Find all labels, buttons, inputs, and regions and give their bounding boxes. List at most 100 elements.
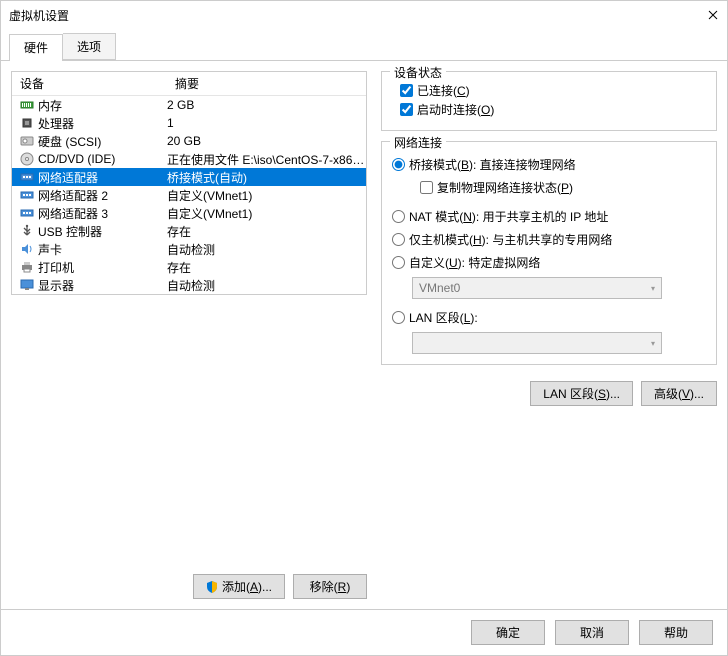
lan-segments-button[interactable]: LAN 区段(S)... [530, 381, 633, 406]
device-state-legend: 设备状态 [390, 64, 446, 81]
device-name: 显示器 [36, 277, 167, 294]
connect-poweron-label: 启动时连接(O) [417, 101, 494, 118]
replicate-label: 复制物理网络连接状态(P) [437, 179, 573, 196]
device-name: 网络适配器 [36, 169, 167, 186]
usb-icon [18, 223, 36, 239]
lan-segment-radio[interactable] [392, 311, 405, 324]
device-name: USB 控制器 [36, 223, 167, 240]
network-extra-buttons: LAN 区段(S)... 高级(V)... [381, 381, 717, 406]
net-icon [18, 169, 36, 185]
window-title: 虚拟机设置 [9, 7, 69, 24]
device-row[interactable]: USB 控制器存在 [12, 222, 366, 240]
nat-radio-row[interactable]: NAT 模式(N): 用于共享主机的 IP 地址 [392, 208, 706, 225]
cpu-icon [18, 115, 36, 131]
network-connection-legend: 网络连接 [390, 134, 446, 151]
memory-icon [18, 97, 36, 113]
advanced-button[interactable]: 高级(V)... [641, 381, 717, 406]
device-summary: 2 GB [167, 98, 366, 112]
device-row[interactable]: 网络适配器桥接模式(自动) [12, 168, 366, 186]
add-button[interactable]: 添加(A)... [193, 574, 285, 599]
device-summary: 1 [167, 116, 366, 130]
replicate-checkbox[interactable] [420, 181, 433, 194]
custom-dropdown-wrap: VMnet0 ▾ [412, 277, 706, 299]
tab-hardware[interactable]: 硬件 [9, 34, 63, 61]
device-name: 硬盘 (SCSI) [36, 133, 167, 150]
hostonly-radio[interactable] [392, 233, 405, 246]
connect-poweron-checkbox-row[interactable]: 启动时连接(O) [392, 101, 706, 118]
add-button-label: 添加(A)... [222, 578, 272, 595]
net-icon [18, 187, 36, 203]
shield-icon [206, 581, 218, 593]
cancel-button[interactable]: 取消 [555, 620, 629, 645]
right-panel: 设备状态 已连接(C) 启动时连接(O) 网络连接 桥接模式(B): 直接连接物… [381, 71, 717, 599]
connected-checkbox-row[interactable]: 已连接(C) [392, 82, 706, 99]
cd-icon [18, 151, 36, 167]
device-name: 处理器 [36, 115, 167, 132]
device-summary: 存在 [167, 223, 366, 240]
device-buttons: 添加(A)... 移除(R) [11, 564, 367, 599]
connected-label: 已连接(C) [417, 82, 470, 99]
left-panel: 设备 摘要 内存2 GB处理器1硬盘 (SCSI)20 GBCD/DVD (ID… [11, 71, 367, 599]
display-icon [18, 277, 36, 293]
remove-button[interactable]: 移除(R) [293, 574, 367, 599]
custom-vmnet-value: VMnet0 [419, 281, 460, 295]
ok-button[interactable]: 确定 [471, 620, 545, 645]
titlebar: 虚拟机设置 [1, 1, 727, 29]
custom-vmnet-dropdown[interactable]: VMnet0 ▾ [412, 277, 662, 299]
dialog-buttons: 确定 取消 帮助 [1, 609, 727, 655]
device-summary: 桥接模式(自动) [167, 169, 366, 186]
device-row[interactable]: 声卡自动检测 [12, 240, 366, 258]
hostonly-radio-row[interactable]: 仅主机模式(H): 与主机共享的专用网络 [392, 231, 706, 248]
device-row[interactable]: 网络适配器 2自定义(VMnet1) [12, 186, 366, 204]
nat-radio[interactable] [392, 210, 405, 223]
device-row[interactable]: CD/DVD (IDE)正在使用文件 E:\iso\CentOS-7-x86_.… [12, 150, 366, 168]
close-icon [708, 10, 718, 20]
header-device: 设备 [12, 72, 167, 95]
replicate-checkbox-row[interactable]: 复制物理网络连接状态(P) [412, 179, 706, 196]
tabs: 硬件 选项 [1, 33, 727, 61]
bridged-radio-row[interactable]: 桥接模式(B): 直接连接物理网络 [392, 156, 706, 173]
device-summary: 自定义(VMnet1) [167, 205, 366, 222]
device-name: 网络适配器 2 [36, 187, 167, 204]
net-icon [18, 205, 36, 221]
connected-checkbox[interactable] [400, 84, 413, 97]
connect-poweron-checkbox[interactable] [400, 103, 413, 116]
device-state-group: 设备状态 已连接(C) 启动时连接(O) [381, 71, 717, 131]
bridged-label: 桥接模式(B): 直接连接物理网络 [409, 156, 576, 173]
custom-radio[interactable] [392, 256, 405, 269]
custom-radio-row[interactable]: 自定义(U): 特定虚拟网络 [392, 254, 706, 271]
printer-icon [18, 259, 36, 275]
device-list: 设备 摘要 内存2 GB处理器1硬盘 (SCSI)20 GBCD/DVD (ID… [11, 71, 367, 295]
device-name: 声卡 [36, 241, 167, 258]
lan-segment-dropdown-wrap: ▾ [412, 332, 706, 354]
device-row[interactable]: 显示器自动检测 [12, 276, 366, 294]
device-name: 网络适配器 3 [36, 205, 167, 222]
device-row[interactable]: 内存2 GB [12, 96, 366, 114]
hostonly-label: 仅主机模式(H): 与主机共享的专用网络 [409, 231, 612, 248]
close-button[interactable] [699, 1, 727, 29]
content-area: 设备 摘要 内存2 GB处理器1硬盘 (SCSI)20 GBCD/DVD (ID… [1, 61, 727, 609]
device-summary: 自定义(VMnet1) [167, 187, 366, 204]
vm-settings-window: 虚拟机设置 硬件 选项 设备 摘要 内存2 GB处理器1硬盘 (SCSI)20 … [0, 0, 728, 656]
device-summary: 自动检测 [167, 277, 366, 294]
lan-segment-label: LAN 区段(L): [409, 309, 478, 326]
device-row[interactable]: 打印机存在 [12, 258, 366, 276]
device-name: 内存 [36, 97, 167, 114]
disk-icon [18, 133, 36, 149]
lan-segment-dropdown[interactable]: ▾ [412, 332, 662, 354]
device-summary: 20 GB [167, 134, 366, 148]
device-row[interactable]: 网络适配器 3自定义(VMnet1) [12, 204, 366, 222]
nat-label: NAT 模式(N): 用于共享主机的 IP 地址 [409, 208, 608, 225]
header-summary: 摘要 [167, 72, 366, 95]
device-name: CD/DVD (IDE) [36, 152, 167, 166]
help-button[interactable]: 帮助 [639, 620, 713, 645]
chevron-down-icon: ▾ [651, 339, 655, 348]
device-row[interactable]: 硬盘 (SCSI)20 GB [12, 132, 366, 150]
tab-options[interactable]: 选项 [63, 33, 116, 60]
device-summary: 自动检测 [167, 241, 366, 258]
device-row[interactable]: 处理器1 [12, 114, 366, 132]
device-name: 打印机 [36, 259, 167, 276]
sound-icon [18, 241, 36, 257]
lan-segment-radio-row[interactable]: LAN 区段(L): [392, 309, 706, 326]
bridged-radio[interactable] [392, 158, 405, 171]
